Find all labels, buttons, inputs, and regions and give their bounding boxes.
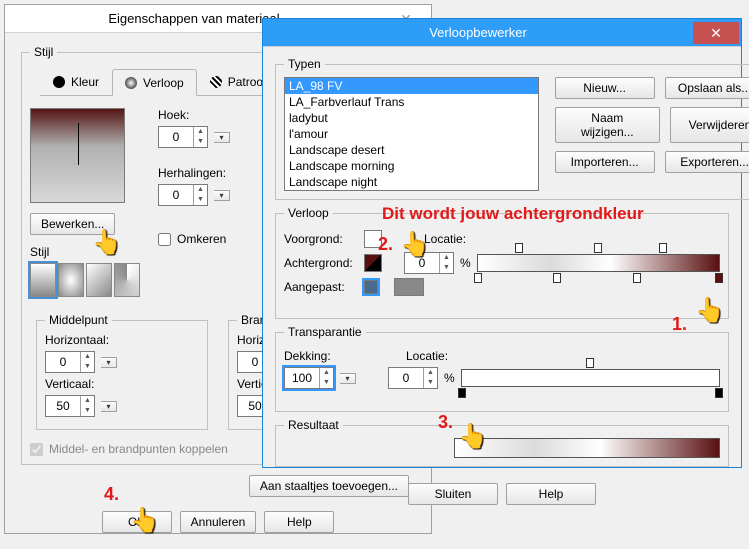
style-sub-label: Stijl <box>30 245 49 259</box>
list-item[interactable]: Landscape desert <box>285 142 538 158</box>
delete-button[interactable]: Verwijderen <box>670 107 749 143</box>
transparency-group: Transparantie Dekking: Locatie: ▲▼ ▾ ▲▼ … <box>275 325 729 412</box>
titlebar: Verloopbewerker ✕ <box>263 19 741 47</box>
gradient-bar[interactable] <box>477 254 720 272</box>
mp-v-spinner[interactable]: ▲▼ <box>45 395 95 417</box>
gradient-editor-window: Verloopbewerker ✕ Typen LA_98 FV LA_Farb… <box>262 18 742 468</box>
tab-gradient[interactable]: Verloop <box>112 69 197 96</box>
angle-label: Hoek: <box>158 108 189 122</box>
result-bar <box>454 438 720 458</box>
pattern-icon <box>210 76 222 88</box>
custom-swatch-2[interactable] <box>394 278 424 296</box>
location2-spinner[interactable]: ▲▼ <box>388 367 438 389</box>
color-stop[interactable] <box>553 273 561 283</box>
repeats-menu[interactable]: ▾ <box>214 190 230 201</box>
transparency-bar[interactable] <box>461 369 720 387</box>
background-swatch[interactable] <box>364 254 382 272</box>
gradient-listbox[interactable]: LA_98 FV LA_Farbverlauf Trans ladybut l'… <box>284 77 539 191</box>
foreground-label: Voorgrond: <box>284 232 358 246</box>
location2-label: Locatie: <box>406 349 448 363</box>
location-label: Locatie: <box>424 232 466 246</box>
list-item[interactable]: ladybut <box>285 110 538 126</box>
annotation-text: Dit wordt jouw achtergrondkleur <box>382 204 644 224</box>
list-item[interactable]: l'amour <box>285 126 538 142</box>
mid-marker[interactable] <box>659 243 667 253</box>
mid-marker[interactable] <box>594 243 602 253</box>
ok-button[interactable]: OK <box>102 511 172 533</box>
edit-button[interactable]: Bewerken... <box>30 213 115 235</box>
new-button[interactable]: Nieuw... <box>555 77 655 99</box>
gradient-preview[interactable] <box>30 108 125 203</box>
annotation-4: 4. <box>104 484 119 505</box>
close-icon[interactable]: ✕ <box>693 22 739 44</box>
list-item[interactable]: LA_Farbverlauf Trans <box>285 94 538 110</box>
opacity-stop[interactable] <box>715 388 723 398</box>
repeats-input[interactable] <box>159 185 193 205</box>
tab-color[interactable]: Kleur <box>40 69 112 95</box>
cancel-button[interactable]: Annuleren <box>180 511 257 533</box>
export-button[interactable]: Exporteren... <box>665 151 749 173</box>
opacity-spinner[interactable]: ▲▼ <box>284 367 334 389</box>
rename-button[interactable]: Naam wijzigen... <box>555 107 660 143</box>
style-linear[interactable] <box>30 263 56 297</box>
style-legend: Stijl <box>30 45 57 59</box>
angle-input[interactable] <box>159 127 193 147</box>
angle-menu[interactable]: ▾ <box>214 132 230 143</box>
list-item[interactable]: Landscape night <box>285 174 538 190</box>
types-buttons: Nieuw... Opslaan als... Naam wijzigen...… <box>555 77 749 191</box>
editor-buttons: Sluiten Help <box>269 473 735 515</box>
style-thumbnails <box>30 263 140 297</box>
opacity-stop[interactable] <box>458 388 466 398</box>
result-group: Resultaat <box>275 418 729 467</box>
angle-spinner[interactable]: ▲▼ <box>158 126 208 148</box>
style-rect[interactable] <box>86 263 112 297</box>
help-button[interactable]: Help <box>506 483 596 505</box>
color-stop[interactable] <box>715 273 723 283</box>
color-stop[interactable] <box>474 273 482 283</box>
repeats-label: Herhalingen: <box>158 166 226 180</box>
custom-label: Aangepast: <box>284 280 358 294</box>
mp-h-spinner[interactable]: ▲▼ <box>45 351 95 373</box>
custom-swatch[interactable] <box>364 280 378 294</box>
style-radial[interactable] <box>58 263 84 297</box>
color-stop[interactable] <box>633 273 641 283</box>
gradient-icon <box>125 77 137 89</box>
repeats-spinner[interactable]: ▲▼ <box>158 184 208 206</box>
close-button[interactable]: Sluiten <box>408 483 498 505</box>
spinner-arrows[interactable]: ▲▼ <box>193 127 207 147</box>
annotation-2: 2. <box>378 234 393 255</box>
window-title: Verloopbewerker <box>263 25 693 40</box>
list-item[interactable]: Landscape sunset <box>285 190 538 191</box>
opacity-label: Dekking: <box>284 349 344 363</box>
list-item[interactable]: Landscape morning <box>285 158 538 174</box>
list-item[interactable]: LA_98 FV <box>285 78 538 94</box>
import-button[interactable]: Importeren... <box>555 151 655 173</box>
color-icon <box>53 76 65 88</box>
midpoint-group: Middelpunt Horizontaal: ▲▼ ▾ Verticaal: … <box>36 313 208 430</box>
annotation-3: 3. <box>438 412 453 433</box>
mid-marker[interactable] <box>586 358 594 368</box>
background-label: Achtergrond: <box>284 256 358 270</box>
types-group: Typen LA_98 FV LA_Farbverlauf Trans lady… <box>275 57 749 200</box>
annotation-1: 1. <box>672 314 687 335</box>
location-spinner[interactable]: ▲▼ <box>404 252 454 274</box>
mid-marker[interactable] <box>515 243 523 253</box>
reverse-check-input[interactable] <box>158 233 171 246</box>
saveas-button[interactable]: Opslaan als... <box>665 77 749 99</box>
style-conic[interactable] <box>114 263 140 297</box>
